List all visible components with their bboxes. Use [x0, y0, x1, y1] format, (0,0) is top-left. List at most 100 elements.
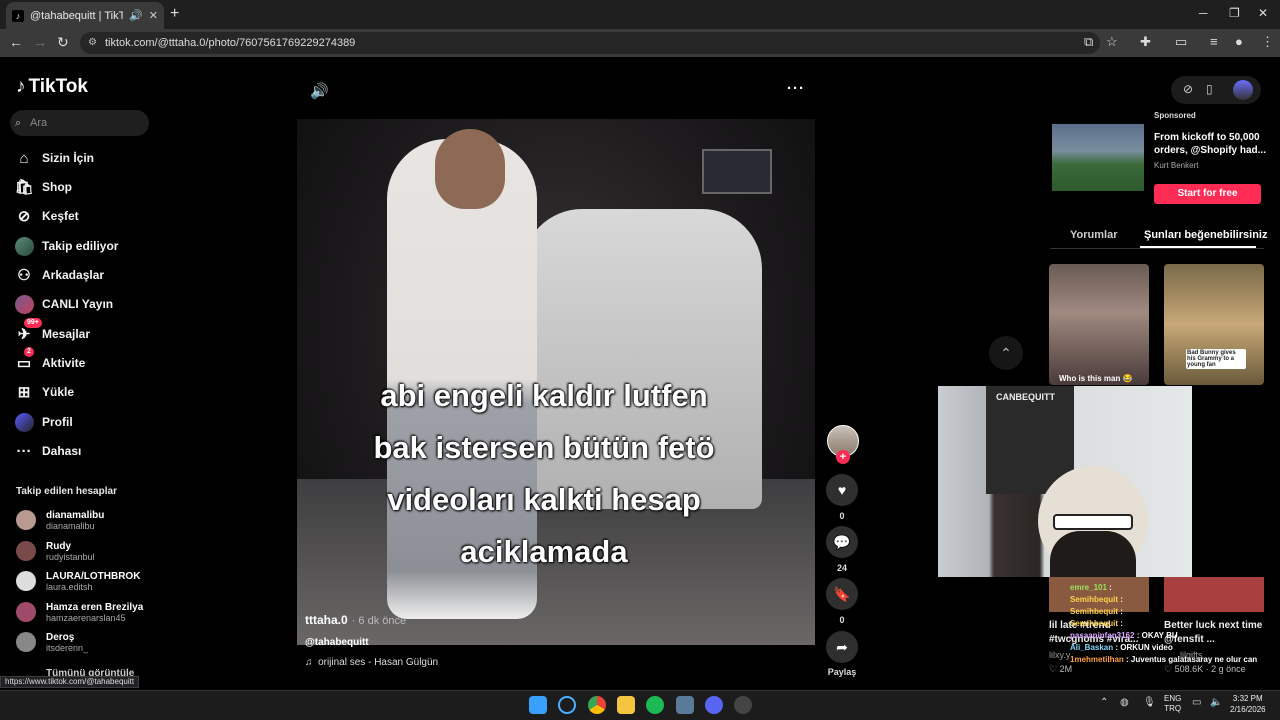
follow-plus-icon[interactable]: + — [836, 450, 850, 464]
recommended-video-author[interactable]: lilxy.y — [1049, 650, 1070, 660]
settings-gear-icon[interactable] — [676, 696, 694, 714]
post-music[interactable]: ♫ orijinal ses - Hasan Gülgün — [305, 657, 438, 668]
music-title[interactable]: orijinal ses - Hasan Gülgün — [318, 657, 438, 668]
forward-icon[interactable]: → — [33, 34, 47, 50]
live-avatar-icon — [14, 294, 34, 314]
following-accounts-heading: Takip edilen hesaplar — [16, 486, 117, 497]
search-taskbar-icon[interactable] — [558, 696, 576, 714]
app-icon[interactable] — [734, 696, 752, 714]
maximize-button[interactable]: ❐ — [1229, 6, 1240, 20]
extensions-icon[interactable]: ✚ — [1140, 34, 1151, 50]
address-bar[interactable]: ⚙ tiktok.com/@tttaha.0/photo/76075617692… — [80, 32, 1100, 54]
volume-icon[interactable]: 🔊 — [310, 82, 329, 100]
following-account[interactable]: dianamalibu dianamalibu — [16, 506, 104, 534]
reading-list-icon[interactable]: ≡ — [1210, 34, 1218, 49]
discord-icon[interactable] — [705, 696, 723, 714]
nav-live[interactable]: CANLI Yayın — [14, 293, 113, 315]
following-account[interactable]: Deroş itsderenn_ — [16, 628, 88, 656]
tiktok-logo[interactable]: ♪ TikTok — [16, 76, 88, 98]
caption-line: videoları kalkti hesap — [387, 482, 701, 517]
microphone-icon[interactable]: 🎙 — [1143, 697, 1156, 708]
following-account[interactable]: Hamza eren Brezilya hamzaerenarslan45 — [16, 598, 143, 626]
bookmark-star-icon[interactable]: ☆ — [1106, 34, 1118, 50]
reload-icon[interactable]: ↻ — [57, 34, 69, 51]
tab-close-icon[interactable]: ✕ — [149, 9, 158, 22]
install-app-icon[interactable]: ⧉ — [1084, 34, 1093, 50]
tray-app-icon[interactable]: ◍ — [1120, 697, 1129, 708]
ad-title[interactable]: From kickoff to 50,000 orders, @Shopify … — [1154, 131, 1266, 157]
post-author[interactable]: tttaha.0 · 6 dk önce — [305, 613, 406, 627]
close-window-button[interactable]: ✕ — [1258, 6, 1268, 20]
tab-comments[interactable]: Yorumlar — [1070, 229, 1117, 241]
nav-label: Profil — [42, 415, 73, 429]
back-icon[interactable]: ← — [9, 34, 23, 50]
nav-shop[interactable]: 🛍 Shop — [14, 176, 72, 198]
nav-activity[interactable]: ▭ 2 Aktivite — [14, 347, 85, 374]
compass-icon[interactable]: ⊘ — [1183, 82, 1193, 96]
browser-tab[interactable]: ♪ @tahabequitt | TikTok 🔊 ✕ — [6, 2, 164, 29]
account-handle: itsderenn_ — [46, 642, 89, 653]
nav-messages[interactable]: ✈ 99+ Mesajlar — [14, 318, 90, 345]
more-options-icon[interactable]: ··· — [787, 80, 805, 97]
site-info-icon[interactable]: ⚙ — [88, 32, 97, 54]
recommended-video-thumb[interactable]: Who is this man 😂 — [1049, 264, 1149, 385]
nav-more[interactable]: ··· Dahası — [14, 440, 82, 462]
status-url-tooltip: https://www.tiktok.com/@tahabequitt — [0, 676, 140, 688]
account-handle: dianamalibu — [46, 520, 95, 531]
tab-audio-icon[interactable]: 🔊 — [129, 9, 143, 22]
browser-menu-icon[interactable]: ⋮ — [1261, 34, 1274, 50]
author-name[interactable]: tttaha.0 — [305, 613, 348, 627]
show-all-link[interactable]: Tümünü görüntüle — [46, 668, 134, 676]
caption-line: aciklamada — [460, 534, 628, 569]
start-windows-icon[interactable] — [529, 696, 547, 714]
recommended-video-thumb[interactable]: Bad Bunny gives his Grammy to a young fa… — [1164, 264, 1264, 385]
minimize-button[interactable]: ─ — [1199, 6, 1208, 20]
comment-button[interactable]: 💬 — [826, 526, 858, 558]
chrome-icon[interactable] — [588, 696, 606, 714]
new-tab-button[interactable]: + — [170, 5, 179, 23]
ad-cta-button[interactable]: Start for free — [1154, 184, 1261, 204]
cast-icon[interactable]: ▭ — [1175, 34, 1187, 50]
ad-thumbnail[interactable] — [1052, 124, 1144, 191]
network-icon[interactable]: ▭ — [1192, 697, 1201, 708]
save-button[interactable]: 🔖 — [826, 578, 858, 610]
file-explorer-icon[interactable] — [617, 696, 635, 714]
compass-icon: ⊘ — [17, 208, 31, 225]
post-mention-link[interactable]: @tahabequitt — [305, 637, 369, 648]
nav-label: Keşfet — [42, 209, 79, 223]
stream-chat-overlay: emre_101 : Semihbequit : Semihbequit : S… — [1070, 582, 1280, 666]
nav-friends[interactable]: ⚇ Arkadaşlar — [14, 264, 104, 286]
nav-upload[interactable]: ⊞ Yükle — [14, 381, 74, 403]
input-language[interactable]: ENG TRQ — [1164, 694, 1181, 714]
nav-label: Shop — [42, 180, 72, 194]
system-clock[interactable]: 3:32 PM 2/16/2026 — [1230, 693, 1266, 715]
tab-you-may-like[interactable]: Şunları beğenebilirsiniz — [1144, 229, 1267, 241]
messages-icon: ✈ 99+ — [14, 318, 42, 344]
speaker-icon[interactable]: 🔈 — [1210, 697, 1222, 708]
active-tab-indicator — [1140, 246, 1256, 248]
account-name: Rudy — [46, 540, 71, 552]
shop-icon: 🛍 — [14, 179, 34, 196]
post-caption-overlay: abi engeli kaldır lutfen bak istersen bü… — [330, 370, 758, 578]
share-button[interactable]: ➦ — [826, 631, 858, 663]
more-dots-icon: ··· — [16, 442, 32, 460]
search-input[interactable]: ⌕ Ara — [10, 110, 149, 136]
nav-explore[interactable]: ⊘ Keşfet — [14, 205, 79, 227]
lang-line: TRQ — [1164, 704, 1182, 713]
nav-following[interactable]: Takip ediliyor — [14, 235, 118, 257]
user-avatar[interactable] — [1233, 80, 1253, 100]
previous-post-chevron-up-icon[interactable]: ⌃ — [989, 336, 1023, 370]
chat-message: 1mehmetilhan : Juventus galatasaray ne o… — [1070, 654, 1280, 666]
tray-chevron-up-icon[interactable]: ⌃ — [1100, 697, 1108, 708]
following-account[interactable]: LAURA/LOTHBROK laura.editsh — [16, 567, 140, 595]
chat-user: pasaaninfan3162 — [1070, 631, 1135, 640]
phone-icon[interactable]: ▯ — [1206, 82, 1213, 96]
like-button[interactable]: ♥ — [826, 474, 858, 506]
following-account[interactable]: Rudy rudyistanbul — [16, 537, 95, 565]
profile-avatar-icon[interactable]: ● — [1235, 34, 1243, 49]
nav-for-you[interactable]: ⌂ Sizin İçin — [14, 147, 94, 169]
spotify-icon[interactable] — [646, 696, 664, 714]
nav-label: Arkadaşlar — [42, 268, 105, 282]
nav-profile[interactable]: Profil — [14, 411, 73, 433]
nav-label: Dahası — [42, 444, 82, 458]
